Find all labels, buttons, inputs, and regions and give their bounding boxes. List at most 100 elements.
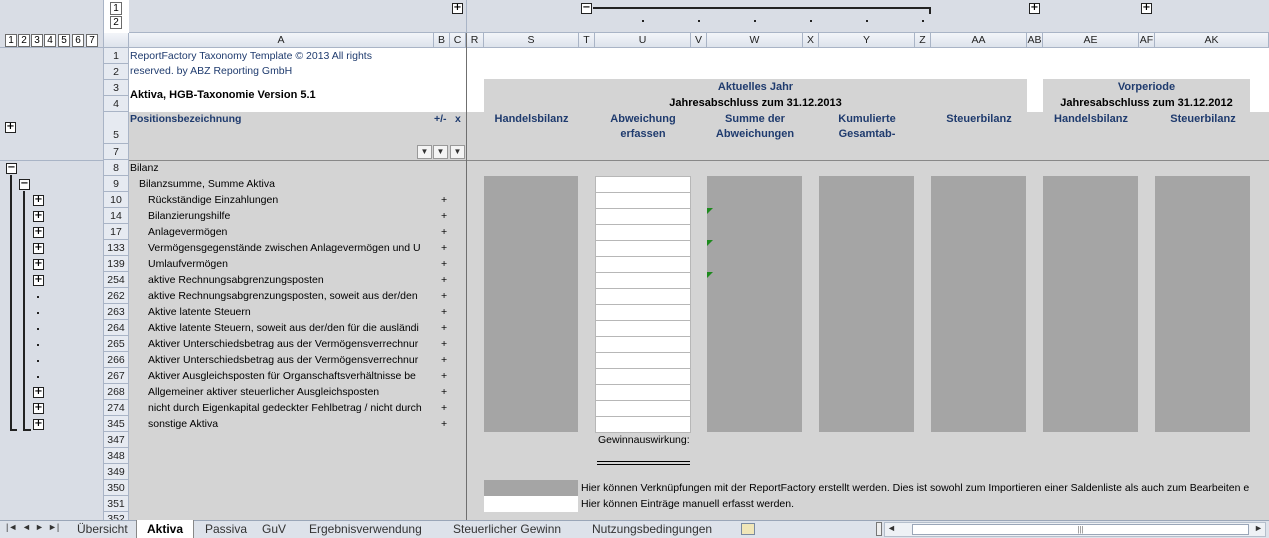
abweichung-input-column[interactable] — [595, 176, 691, 433]
row-header-3[interactable]: 3 — [104, 80, 129, 96]
sheet-tab-nutzungsbedingungen[interactable]: Nutzungsbedingungen — [592, 521, 712, 538]
expand-columns-af-icon[interactable]: + — [1141, 3, 1152, 14]
column-header-c[interactable]: C — [450, 33, 466, 48]
scroll-left-icon[interactable]: ◄ — [887, 523, 896, 533]
row-header[interactable]: 266 — [104, 352, 129, 368]
expand-columns-ab-icon[interactable]: + — [1029, 3, 1040, 14]
expand-row-268-icon[interactable]: + — [33, 387, 44, 398]
prev-handelsbilanz-block[interactable] — [1043, 176, 1138, 432]
column-header-z[interactable]: Z — [915, 33, 931, 48]
first-sheet-icon[interactable]: |◄ — [6, 522, 17, 532]
expand-row-254-icon[interactable]: + — [33, 275, 44, 286]
expand-row-10-icon[interactable]: + — [33, 195, 44, 206]
input-cell[interactable] — [596, 353, 690, 369]
row-level-1-button[interactable]: 1 — [110, 2, 122, 15]
column-header-aa[interactable]: AA — [931, 33, 1027, 48]
input-cell[interactable] — [596, 401, 690, 417]
filter-dropdown-c-icon[interactable]: ▼ — [450, 145, 465, 159]
col-level-6-button[interactable]: 6 — [72, 34, 84, 47]
row-header-7[interactable]: 7 — [104, 144, 129, 160]
handelsbilanz-values-block[interactable] — [484, 176, 578, 432]
sheet-tab-aktiva[interactable]: Aktiva — [147, 521, 183, 538]
scroll-thumb[interactable]: ||| — [912, 524, 1249, 535]
input-cell[interactable] — [596, 289, 690, 305]
tab-split-handle[interactable] — [876, 522, 882, 536]
expand-row-274-icon[interactable]: + — [33, 403, 44, 414]
scroll-right-icon[interactable]: ► — [1254, 523, 1263, 533]
row-header[interactable]: 262 — [104, 288, 129, 304]
column-header-r[interactable]: R — [466, 33, 484, 48]
col-level-5-button[interactable]: 5 — [58, 34, 70, 47]
column-header-ab[interactable]: AB — [1027, 33, 1043, 48]
column-header-v[interactable]: V — [691, 33, 707, 48]
last-sheet-icon[interactable]: ►| — [48, 522, 59, 532]
row-header[interactable]: 265 — [104, 336, 129, 352]
expand-row-133-icon[interactable]: + — [33, 243, 44, 254]
kumulierte-block[interactable] — [819, 176, 914, 432]
expand-columns-a-c-icon[interactable]: + — [452, 3, 463, 14]
comment-indicator-icon[interactable] — [707, 272, 713, 278]
row-header[interactable]: 349 — [104, 464, 129, 480]
col-level-3-button[interactable]: 3 — [31, 34, 43, 47]
row-header[interactable]: 133 — [104, 240, 129, 256]
select-all-corner[interactable] — [104, 33, 129, 48]
row-header[interactable]: 139 — [104, 256, 129, 272]
input-cell[interactable] — [596, 321, 690, 337]
column-header-u[interactable]: U — [595, 33, 691, 48]
comment-indicator-icon[interactable] — [707, 208, 713, 214]
insert-sheet-icon[interactable] — [741, 523, 755, 535]
row-header[interactable]: 347 — [104, 432, 129, 448]
row-header[interactable]: 10 — [104, 192, 129, 208]
expand-row-139-icon[interactable]: + — [33, 259, 44, 270]
input-cell[interactable] — [596, 305, 690, 321]
collapse-bilanz-icon[interactable]: − — [6, 163, 17, 174]
column-header-y[interactable]: Y — [819, 33, 915, 48]
summe-abweichungen-block[interactable] — [707, 176, 802, 432]
row-header[interactable]: 268 — [104, 384, 129, 400]
expand-row-17-icon[interactable]: + — [33, 227, 44, 238]
input-cell[interactable] — [596, 241, 690, 257]
next-sheet-icon[interactable]: ► — [35, 522, 44, 532]
row-header[interactable]: 348 — [104, 448, 129, 464]
sheet-tab-uebersicht[interactable]: Übersicht — [77, 521, 128, 538]
filter-dropdown-b-icon[interactable]: ▼ — [433, 145, 448, 159]
row-header[interactable]: 8 — [104, 160, 129, 176]
row-header-2[interactable]: 2 — [104, 64, 129, 80]
row-header[interactable]: 17 — [104, 224, 129, 240]
input-cell[interactable] — [596, 417, 690, 433]
expand-row-345-icon[interactable]: + — [33, 419, 44, 430]
comment-indicator-icon[interactable] — [707, 240, 713, 246]
steuerbilanz-values-block[interactable] — [931, 176, 1026, 432]
collapse-columns-s-z-icon[interactable]: − — [581, 3, 592, 14]
column-header-w[interactable]: W — [707, 33, 803, 48]
column-header-t[interactable]: T — [579, 33, 595, 48]
row-header[interactable]: 264 — [104, 320, 129, 336]
input-cell[interactable] — [596, 225, 690, 241]
row-header-4[interactable]: 4 — [104, 96, 129, 112]
col-level-7-button[interactable]: 7 — [86, 34, 98, 47]
sheet-tab-ergebnisverwendung[interactable]: Ergebnisverwendung — [309, 521, 422, 538]
column-header-s[interactable]: S — [484, 33, 579, 48]
input-cell[interactable] — [596, 193, 690, 209]
column-header-a[interactable]: A — [129, 33, 434, 48]
row-header[interactable]: 274 — [104, 400, 129, 416]
row-header[interactable]: 351 — [104, 496, 129, 512]
collapse-bilanzsumme-icon[interactable]: − — [19, 179, 30, 190]
sheet-tab-guv[interactable]: GuV — [262, 521, 286, 538]
input-cell[interactable] — [596, 257, 690, 273]
input-cell[interactable] — [596, 337, 690, 353]
column-header-af[interactable]: AF — [1139, 33, 1155, 48]
input-cell[interactable] — [596, 209, 690, 225]
input-cell[interactable] — [596, 177, 690, 193]
row-header[interactable]: 345 — [104, 416, 129, 432]
row-header[interactable]: 254 — [104, 272, 129, 288]
col-level-2-button[interactable]: 2 — [18, 34, 30, 47]
filter-dropdown-a-icon[interactable]: ▼ — [417, 145, 432, 159]
input-cell[interactable] — [596, 369, 690, 385]
row-header[interactable]: 9 — [104, 176, 129, 192]
sheet-tab-steuerlicher-gewinn[interactable]: Steuerlicher Gewinn — [453, 521, 561, 538]
row-header-5[interactable]: 5 — [104, 112, 129, 144]
sheet-tab-passiva[interactable]: Passiva — [205, 521, 247, 538]
column-header-b[interactable]: B — [434, 33, 450, 48]
column-header-ak[interactable]: AK — [1155, 33, 1269, 48]
